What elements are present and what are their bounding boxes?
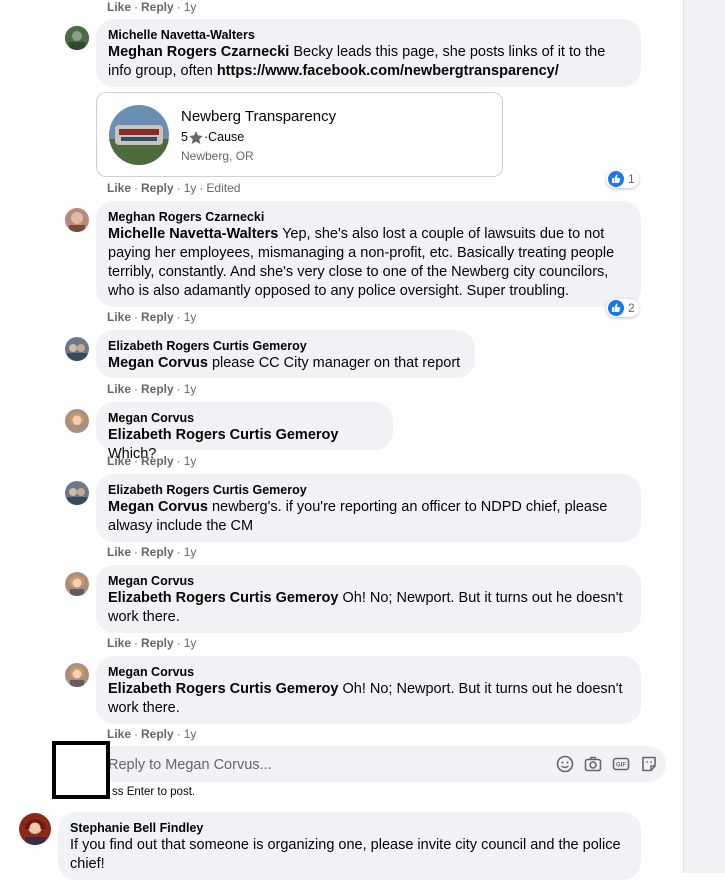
sticker-icon[interactable] <box>640 755 658 773</box>
timestamp[interactable]: 1y <box>184 382 197 396</box>
comment-text: Elizabeth Rogers Curtis Gemeroy Oh! No; … <box>108 681 623 716</box>
mention[interactable]: Elizabeth Rogers Curtis Gemeroy <box>108 427 338 443</box>
comment-bubble: Megan Corvus Elizabeth Rogers Curtis Gem… <box>96 656 641 724</box>
mention[interactable]: Michelle Navetta-Walters <box>108 226 278 242</box>
like-link[interactable]: Like <box>107 382 131 396</box>
avatar[interactable] <box>65 337 89 361</box>
annotation-box <box>52 741 110 799</box>
comment-author[interactable]: Michelle Navetta-Walters <box>108 27 629 43</box>
comment-bubble: Megan Corvus Elizabeth Rogers Curtis Gem… <box>96 402 393 462</box>
avatar[interactable] <box>65 663 89 687</box>
like-reaction-icon <box>608 300 624 316</box>
comment-actions: Like · Reply · 1y <box>107 545 197 559</box>
emoji-icon[interactable] <box>556 755 574 773</box>
comment-actions: Like · Reply · 1y <box>107 382 197 396</box>
comment-actions: Like · Reply · 1y <box>107 727 197 741</box>
comment-author[interactable]: Stephanie Bell Findley <box>70 820 629 836</box>
right-scroll-rail <box>683 0 725 873</box>
comment-bubble: Michelle Navetta-Walters Meghan Rogers C… <box>96 19 641 87</box>
mention[interactable]: Megan Corvus <box>108 355 208 371</box>
edited-label: Edited <box>206 181 241 195</box>
comment-actions: Like · Reply · 1y <box>107 636 197 650</box>
svg-text:GIF: GIF <box>616 763 626 769</box>
mention[interactable]: Megan Corvus <box>108 499 208 515</box>
reply-link[interactable]: Reply <box>141 636 174 650</box>
mention[interactable]: Meghan Rogers Czarnecki <box>108 44 289 60</box>
page-rating: 5 <box>181 130 188 144</box>
comment-text: Megan Corvus newberg's. if you're report… <box>108 499 608 534</box>
page-meta: 5 · Cause <box>181 130 245 144</box>
timestamp[interactable]: 1y <box>184 0 197 14</box>
avatar[interactable] <box>65 26 89 50</box>
comment-author[interactable]: Megan Corvus <box>108 410 381 426</box>
avatar[interactable] <box>65 208 89 232</box>
page-title[interactable]: Newberg Transparency <box>181 108 336 125</box>
comment-author[interactable]: Megan Corvus <box>108 573 629 589</box>
reply-link[interactable]: Reply <box>141 545 174 559</box>
reaction-count[interactable]: 2 <box>606 299 639 317</box>
avatar[interactable] <box>65 572 89 596</box>
mention[interactable]: Elizabeth Rogers Curtis Gemeroy <box>108 681 338 697</box>
press-enter-hint: ss Enter to post. <box>112 786 196 798</box>
comment-text: Meghan Rogers Czarnecki Becky leads this… <box>108 44 606 79</box>
like-link[interactable]: Like <box>107 454 131 468</box>
comment-actions: Like · Reply · 1y <box>107 310 197 324</box>
page-image <box>109 105 169 165</box>
like-link[interactable]: Like <box>107 545 131 559</box>
like-link[interactable]: Like <box>107 727 131 741</box>
reply-link[interactable]: Reply <box>141 454 174 468</box>
reply-composer[interactable]: GIF <box>96 746 666 784</box>
comment-link[interactable]: https://www.facebook.com/newbergtranspar… <box>217 63 559 79</box>
reply-link[interactable]: Reply <box>141 382 174 396</box>
avatar[interactable] <box>65 409 89 433</box>
comment-bubble: Meghan Rogers Czarnecki Michelle Navetta… <box>96 201 641 307</box>
like-link[interactable]: Like <box>107 636 131 650</box>
reply-link[interactable]: Reply <box>141 0 174 14</box>
comment-actions: Like · Reply · 1y <box>107 454 197 468</box>
comment-actions: Like · Reply · 1y <box>107 0 197 14</box>
page-location: Newberg, OR <box>181 149 254 163</box>
reply-link[interactable]: Reply <box>141 181 174 195</box>
comment-text: If you find out that someone is organizi… <box>70 837 621 872</box>
comment-author[interactable]: Elizabeth Rogers Curtis Gemeroy <box>108 338 463 354</box>
reply-link[interactable]: Reply <box>141 727 174 741</box>
avatar[interactable] <box>65 481 89 505</box>
timestamp[interactable]: 1y <box>184 545 197 559</box>
comment-bubble: Elizabeth Rogers Curtis Gemeroy Megan Co… <box>96 330 475 378</box>
like-reaction-icon <box>608 171 624 187</box>
comment-text: Michelle Navetta-Walters Yep, she's also… <box>108 226 615 299</box>
link-preview-card[interactable]: Newberg Transparency 5 · Cause Newberg, … <box>96 92 503 177</box>
comment-actions: Like · Reply · 1y · Edited <box>107 181 241 195</box>
timestamp[interactable]: 1y <box>184 454 197 468</box>
page-category: Cause <box>208 130 245 144</box>
mention[interactable]: Elizabeth Rogers Curtis Gemeroy <box>108 590 338 606</box>
avatar[interactable] <box>19 813 51 845</box>
gif-icon[interactable]: GIF <box>612 755 630 773</box>
comment-text: Elizabeth Rogers Curtis Gemeroy Oh! No; … <box>108 590 623 625</box>
comment-bubble: Stephanie Bell Findley If you find out t… <box>58 812 641 880</box>
reaction-count[interactable]: 1 <box>606 170 639 188</box>
timestamp[interactable]: 1y <box>184 181 197 195</box>
comment-author[interactable]: Meghan Rogers Czarnecki <box>108 209 629 225</box>
camera-icon[interactable] <box>584 755 602 773</box>
star-icon <box>189 130 203 144</box>
timestamp[interactable]: 1y <box>184 636 197 650</box>
comment-author[interactable]: Elizabeth Rogers Curtis Gemeroy <box>108 482 629 498</box>
like-link[interactable]: Like <box>107 181 131 195</box>
comment-author[interactable]: Megan Corvus <box>108 664 629 680</box>
reply-link[interactable]: Reply <box>141 310 174 324</box>
timestamp[interactable]: 1y <box>184 310 197 324</box>
reply-input[interactable] <box>106 746 540 784</box>
timestamp[interactable]: 1y <box>184 727 197 741</box>
comment-text: Megan Corvus please CC City manager on t… <box>108 355 461 371</box>
like-link[interactable]: Like <box>107 0 131 14</box>
comment-bubble: Megan Corvus Elizabeth Rogers Curtis Gem… <box>96 565 641 633</box>
like-link[interactable]: Like <box>107 310 131 324</box>
comment-bubble: Elizabeth Rogers Curtis Gemeroy Megan Co… <box>96 474 641 542</box>
